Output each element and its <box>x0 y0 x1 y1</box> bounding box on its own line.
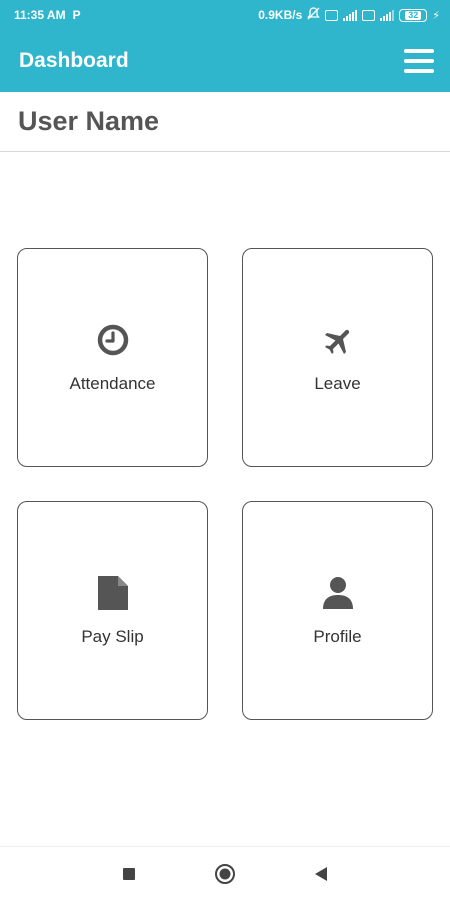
hamburger-menu-icon[interactable] <box>404 49 434 73</box>
status-time: 11:35 AM <box>14 8 66 22</box>
page-title: Dashboard <box>19 49 129 72</box>
status-left: 11:35 AM P <box>14 8 81 22</box>
profile-tile[interactable]: Profile <box>242 501 433 720</box>
user-row: User Name <box>0 92 450 152</box>
network-speed: 0.9KB/s <box>258 8 303 22</box>
status-right: 0.9KB/s 32 ⚡ <box>258 7 440 23</box>
person-icon <box>320 575 356 611</box>
leave-label: Leave <box>314 373 361 393</box>
battery-icon: 32 <box>399 8 428 22</box>
charging-icon: ⚡ <box>432 9 440 22</box>
profile-label: Profile <box>313 626 362 646</box>
system-nav-bar <box>0 846 450 900</box>
mute-icon <box>307 7 321 23</box>
volte-icon <box>362 9 376 21</box>
battery-level: 32 <box>405 10 422 20</box>
signal-icon <box>343 9 358 21</box>
attendance-label: Attendance <box>69 373 156 393</box>
recent-apps-icon[interactable] <box>118 863 140 885</box>
pay-slip-tile[interactable]: Pay Slip <box>17 501 208 720</box>
document-icon <box>95 575 131 611</box>
pay-slip-label: Pay Slip <box>81 626 144 646</box>
carrier-icon: P <box>72 8 81 22</box>
leave-tile[interactable]: Leave <box>242 248 433 467</box>
attendance-tile[interactable]: Attendance <box>17 248 208 467</box>
app-bar: Dashboard <box>0 30 450 92</box>
back-icon[interactable] <box>310 863 332 885</box>
status-bar: 11:35 AM P 0.9KB/s 32 ⚡ <box>0 0 450 30</box>
clock-icon <box>95 322 131 358</box>
signal-icon <box>380 9 395 21</box>
user-name: User Name <box>18 106 160 136</box>
home-icon[interactable] <box>214 863 236 885</box>
airplane-icon <box>320 322 356 358</box>
volte-icon <box>325 9 339 21</box>
